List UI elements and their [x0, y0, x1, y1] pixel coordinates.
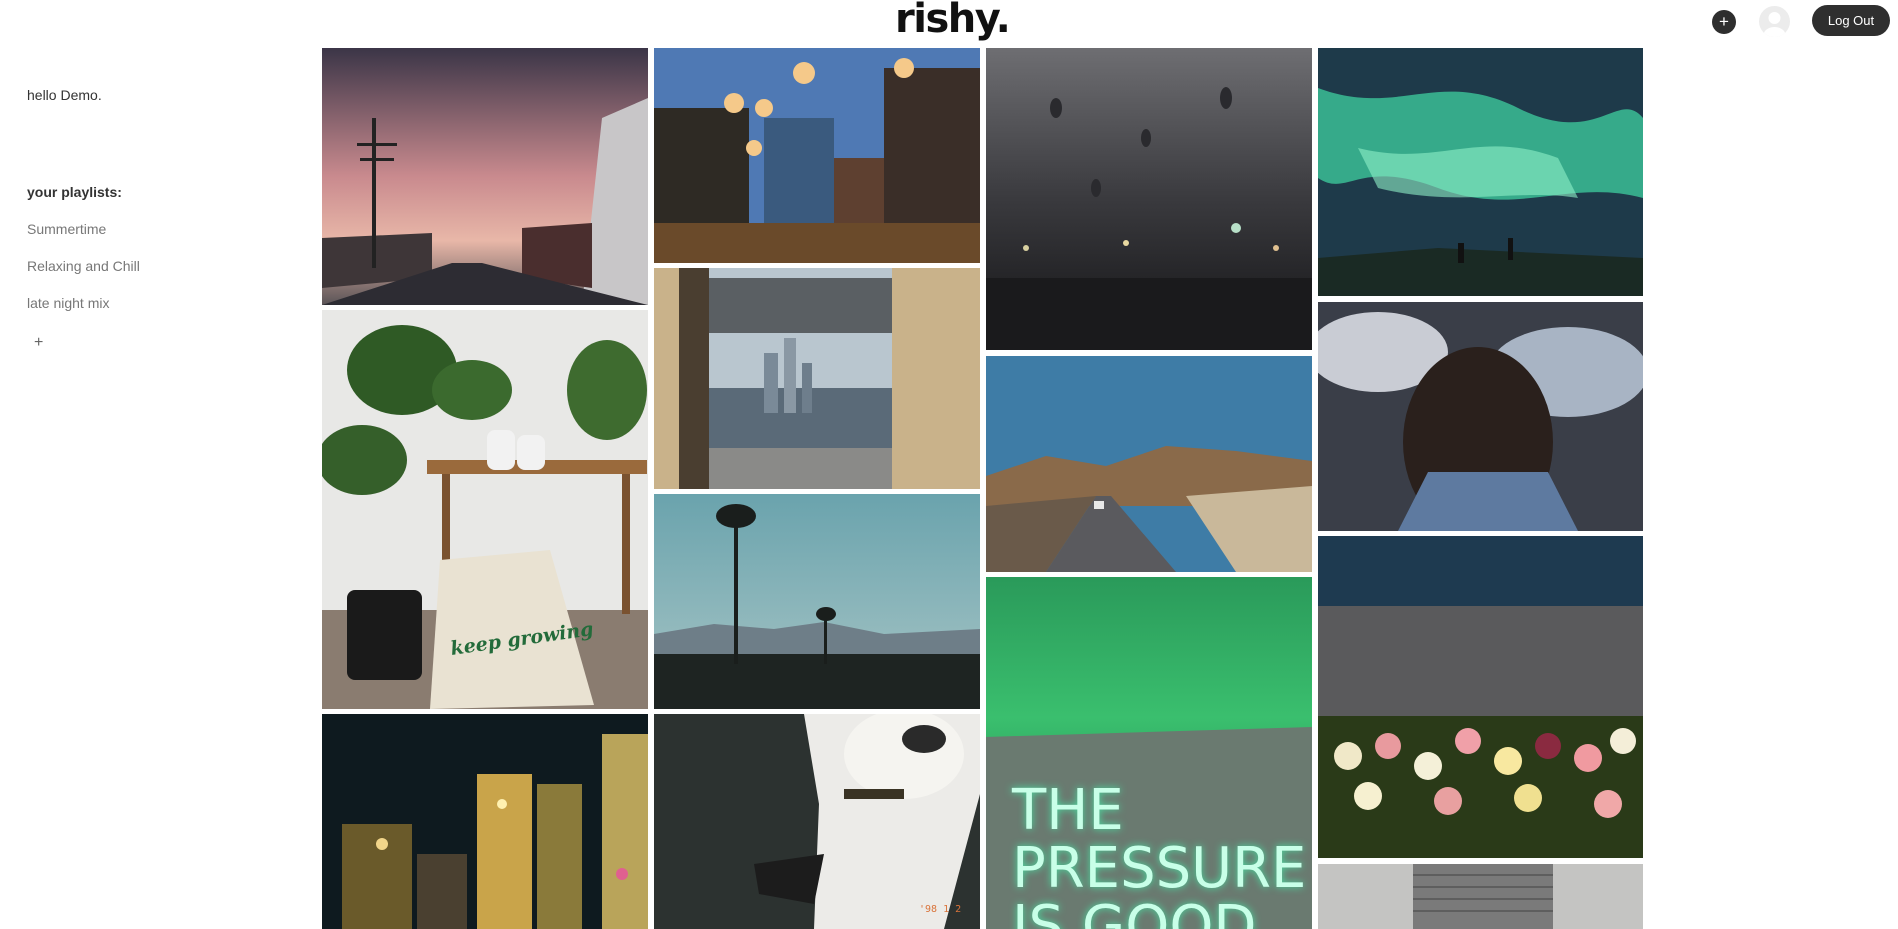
tile-rainy-window[interactable] [986, 48, 1312, 350]
photo-window-city [654, 268, 980, 489]
date-stamp: '98 1 2 [919, 904, 962, 915]
tile-lantern-street[interactable] [654, 48, 980, 263]
tile-umbrella-crowd[interactable] [1318, 302, 1643, 531]
tile-tulips-street[interactable] [1318, 536, 1643, 858]
tile-garage-door[interactable] [1318, 864, 1643, 929]
photo-umbrella-crowd [1318, 302, 1643, 531]
photo-rainy-window [986, 48, 1312, 350]
tile-street-sunset[interactable] [322, 48, 648, 305]
neon-line: THE [1012, 778, 1124, 843]
photo-garage-door [1318, 864, 1643, 929]
tile-city-night-blur[interactable] [322, 714, 648, 929]
tile-plant-sneakers[interactable]: keep growing [322, 310, 648, 709]
greeting-text: hello Demo. [27, 87, 102, 103]
user-avatar-icon[interactable] [1759, 6, 1790, 37]
playlist-item-relaxing-and-chill[interactable]: Relaxing and Chill [27, 258, 140, 274]
photo-lantern-street [654, 48, 980, 263]
photo-dog [654, 714, 980, 929]
playlists-heading: your playlists: [27, 184, 122, 200]
photo-aurora [1318, 48, 1643, 296]
logout-button[interactable]: Log Out [1812, 5, 1890, 36]
photo-tulips-street [1318, 536, 1643, 858]
tile-window-city[interactable] [654, 268, 980, 489]
neon-line: PRESSURE [1012, 836, 1307, 901]
neon-text: THE PRESSURE IS GOOD [1012, 782, 1306, 929]
tile-palm-hills[interactable] [654, 494, 980, 709]
add-button[interactable]: + [1712, 10, 1736, 34]
tile-dog[interactable]: '98 1 2 [654, 714, 980, 929]
brand-logo[interactable]: rishy. [895, 0, 1011, 42]
add-playlist-button[interactable]: + [34, 334, 43, 352]
photo-city-night-blur [322, 714, 648, 929]
tile-coastal-highway[interactable] [986, 356, 1312, 572]
photo-street-sunset [322, 48, 648, 305]
photo-coastal-highway [986, 356, 1312, 572]
neon-line: IS GOOD [1012, 894, 1257, 929]
playlist-item-late-night-mix[interactable]: late night mix [27, 295, 109, 311]
tile-neon-sign[interactable]: THE PRESSURE IS GOOD [986, 577, 1312, 929]
tile-aurora[interactable] [1318, 48, 1643, 296]
playlist-item-summertime[interactable]: Summertime [27, 221, 106, 237]
photo-palm-hills [654, 494, 980, 709]
